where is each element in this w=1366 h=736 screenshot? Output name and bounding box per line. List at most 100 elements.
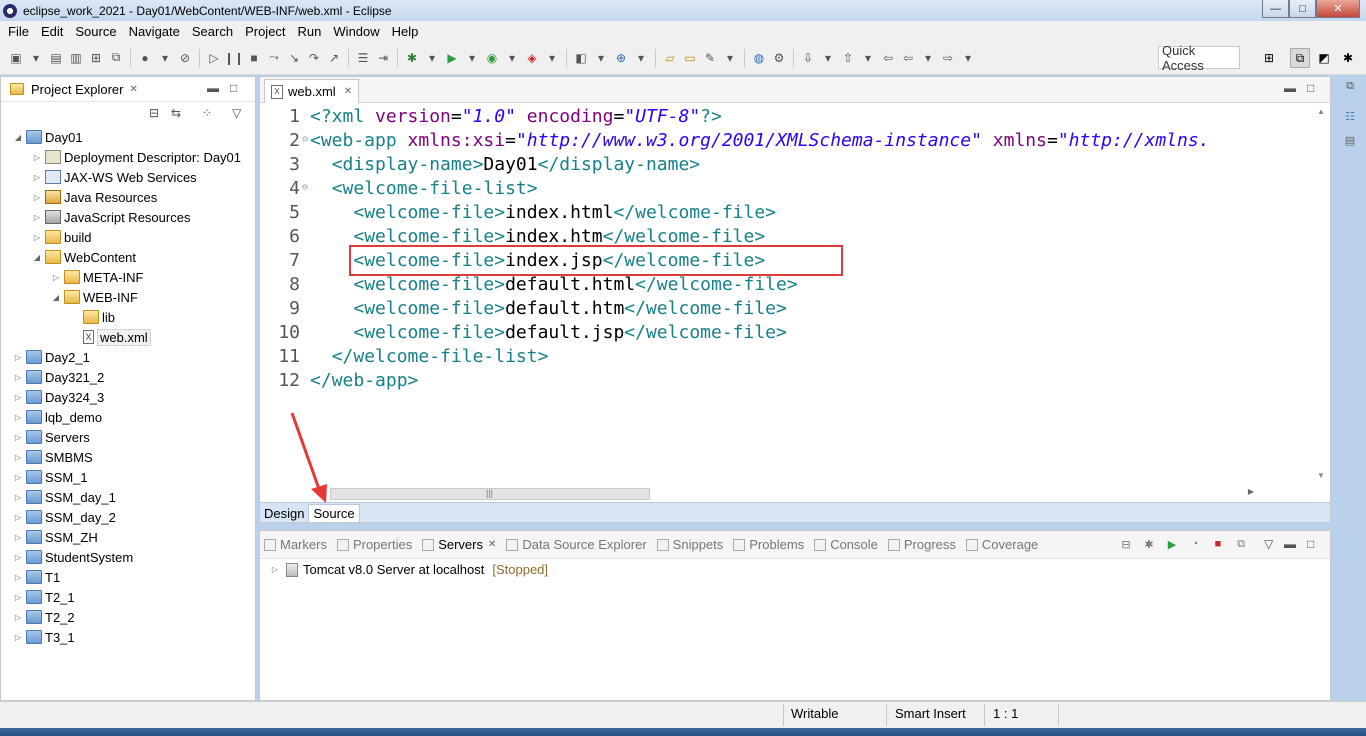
menu-source[interactable]: Source (69, 24, 122, 39)
expand-icon[interactable]: ▷ (13, 573, 23, 582)
skip-breakpoints-icon[interactable]: ⊘ (177, 50, 193, 66)
tree-item[interactable]: ▷ Day2_1 (13, 347, 90, 367)
tree-item[interactable]: lib (70, 307, 115, 327)
expand-icon[interactable]: ▷ (13, 513, 23, 522)
quick-access-input[interactable]: Quick Access (1158, 43, 1240, 73)
xml-validate-icon[interactable]: ⚙ (771, 50, 787, 66)
minimize-view-icon[interactable]: ▬ (1284, 81, 1296, 95)
tree-item[interactable]: ▷ SSM_ZH (13, 527, 98, 547)
run-icon[interactable]: ▶ (444, 50, 460, 66)
globe-icon[interactable]: ◍ (751, 50, 767, 66)
open-perspective-icon[interactable]: ⊞ (1259, 48, 1279, 68)
scroll-up-icon[interactable]: ▲ (1317, 107, 1325, 116)
code-line[interactable]: 8 <welcome-file>default.html</welcome-fi… (274, 273, 798, 297)
tree-item[interactable]: Xweb.xml (70, 327, 151, 347)
scroll-right-icon[interactable]: ▶ (1248, 487, 1254, 496)
open-file-icon[interactable]: ▭ (682, 50, 698, 66)
last-edit-icon[interactable]: ⇦ (880, 50, 896, 66)
menu-project[interactable]: Project (239, 24, 291, 39)
tree-item[interactable]: ▷ SSM_1 (13, 467, 88, 487)
expand-icon[interactable]: ▷ (13, 393, 23, 402)
profile-server-icon[interactable]: ◔ (1187, 538, 1203, 552)
vertical-scrollbar[interactable]: ▲ ▼ (1313, 103, 1330, 488)
close-icon[interactable]: ✕ (129, 84, 137, 95)
tree-item[interactable]: ▷ T2_1 (13, 587, 75, 607)
menu-run[interactable]: Run (292, 24, 328, 39)
new-class-icon[interactable]: ⊕ (613, 50, 629, 66)
tab-problems[interactable]: Problems (733, 537, 804, 552)
dropdown-icon[interactable]: ▾ (633, 50, 649, 66)
tree-item[interactable]: ▷ SSM_day_1 (13, 487, 116, 507)
collapse-icon[interactable]: ◢ (32, 253, 42, 262)
minimize-view-icon[interactable]: ▬ (207, 81, 219, 95)
code-line[interactable]: 9 <welcome-file>default.htm</welcome-fil… (274, 297, 787, 321)
tree-item[interactable]: ▷ T3_1 (13, 627, 75, 647)
expand-icon[interactable]: ▷ (32, 173, 42, 182)
minimize-view-icon[interactable]: ▬ (1284, 537, 1296, 551)
code-line[interactable]: 3 <display-name>Day01</display-name> (274, 153, 700, 177)
tree-item[interactable]: ▷ Java Resources (32, 187, 157, 207)
dropdown-icon[interactable]: ▾ (464, 50, 480, 66)
code-line[interactable]: 5 <welcome-file>index.html</welcome-file… (274, 201, 776, 225)
tab-servers[interactable]: Servers ✕ (422, 537, 496, 552)
view-menu-icon[interactable]: ▽ (232, 106, 241, 120)
new-icon[interactable]: ▣ (8, 50, 24, 66)
open-type-icon[interactable]: ⊞ (88, 50, 104, 66)
coverage-icon[interactable]: ◉ (484, 50, 500, 66)
tab-progress[interactable]: Progress (887, 537, 956, 552)
tab-coverage[interactable]: Coverage (965, 537, 1038, 552)
tab-source[interactable]: Source (308, 504, 360, 522)
fold-toggle-icon[interactable]: ⊖ (300, 177, 310, 199)
expand-icon[interactable]: ▷ (13, 373, 23, 382)
expand-icon[interactable]: ▷ (32, 213, 42, 222)
menu-navigate[interactable]: Navigate (123, 24, 186, 39)
maximize-view-icon[interactable]: □ (1307, 537, 1314, 551)
code-line[interactable]: 1 <?xml version="1.0" encoding="UTF-8"?> (274, 105, 722, 129)
prev-annotation-icon[interactable]: ⇧ (840, 50, 856, 66)
use-step-filters-icon[interactable]: ⇥ (375, 50, 391, 66)
tree-item[interactable]: ◢ WebContent (32, 247, 136, 267)
debug-server-icon[interactable]: ✱ (1141, 538, 1157, 552)
expand-icon[interactable]: ▷ (13, 493, 23, 502)
expand-icon[interactable]: ▷ (13, 473, 23, 482)
open-folder-icon[interactable]: ▱ (662, 50, 678, 66)
tab-console[interactable]: Console (814, 537, 878, 552)
suspend-icon[interactable]: ❙❙ (224, 50, 244, 66)
close-window-button[interactable]: ✕ (1316, 0, 1360, 18)
step-over-icon[interactable]: ↷ (306, 50, 322, 66)
tree-item[interactable]: ◢ Day01 (13, 127, 83, 147)
view-menu-icon[interactable]: ▽ (1264, 537, 1273, 551)
drop-to-frame-icon[interactable]: ☰ (355, 50, 371, 66)
code-line[interactable]: 10 <welcome-file>default.jsp</welcome-fi… (274, 321, 787, 345)
close-icon[interactable]: ✕ (488, 539, 496, 550)
link-with-editor-icon[interactable]: ⇆ (171, 106, 181, 120)
save-icon[interactable]: ▤ (48, 50, 64, 66)
expand-icon[interactable]: ▷ (32, 153, 42, 162)
code-line[interactable]: 2 ⊖ <web-app xmlns:xsi="http://www.w3.org/… (274, 129, 1209, 153)
expand-icon[interactable]: ▷ (13, 453, 23, 462)
horizontal-scrollbar[interactable]: ||| ▶ (326, 487, 1292, 502)
tree-item[interactable]: ▷ T2_2 (13, 607, 75, 627)
tree-item[interactable]: ▷ JavaScript Resources (32, 207, 191, 227)
restore-icon[interactable]: ⧉ (1342, 80, 1358, 94)
expand-icon[interactable]: ▷ (13, 593, 23, 602)
tree-item[interactable]: ▷ JAX-WS Web Services (32, 167, 197, 187)
new-java-project-icon[interactable]: ◧ (573, 50, 589, 66)
dropdown-icon[interactable]: ▾ (722, 50, 738, 66)
close-icon[interactable]: ✕ (344, 86, 352, 97)
expand-icon[interactable]: ▷ (13, 613, 23, 622)
expand-icon[interactable]: ▷ (32, 193, 42, 202)
tree-item[interactable]: ▷ SMBMS (13, 447, 93, 467)
tree-item[interactable]: ▷ lqb_demo (13, 407, 102, 427)
expand-icon[interactable]: ▷ (13, 633, 23, 642)
step-return-icon[interactable]: ↗ (326, 50, 342, 66)
tree-item[interactable]: ▷ StudentSystem (13, 547, 133, 567)
external-tools-icon[interactable]: ◈ (524, 50, 540, 66)
java-ee-perspective-icon[interactable]: ⧉ (1290, 48, 1310, 68)
expand-icon[interactable]: ▷ (13, 553, 23, 562)
scroll-down-icon[interactable]: ▼ (1317, 471, 1325, 480)
maximize-view-icon[interactable]: □ (230, 81, 237, 95)
collapse-all-icon[interactable]: ⊟ (1118, 538, 1134, 552)
save-all-icon[interactable]: ▥ (68, 50, 84, 66)
server-row[interactable]: ▷ Tomcat v8.0 Server at localhost [Stopp… (270, 562, 548, 577)
